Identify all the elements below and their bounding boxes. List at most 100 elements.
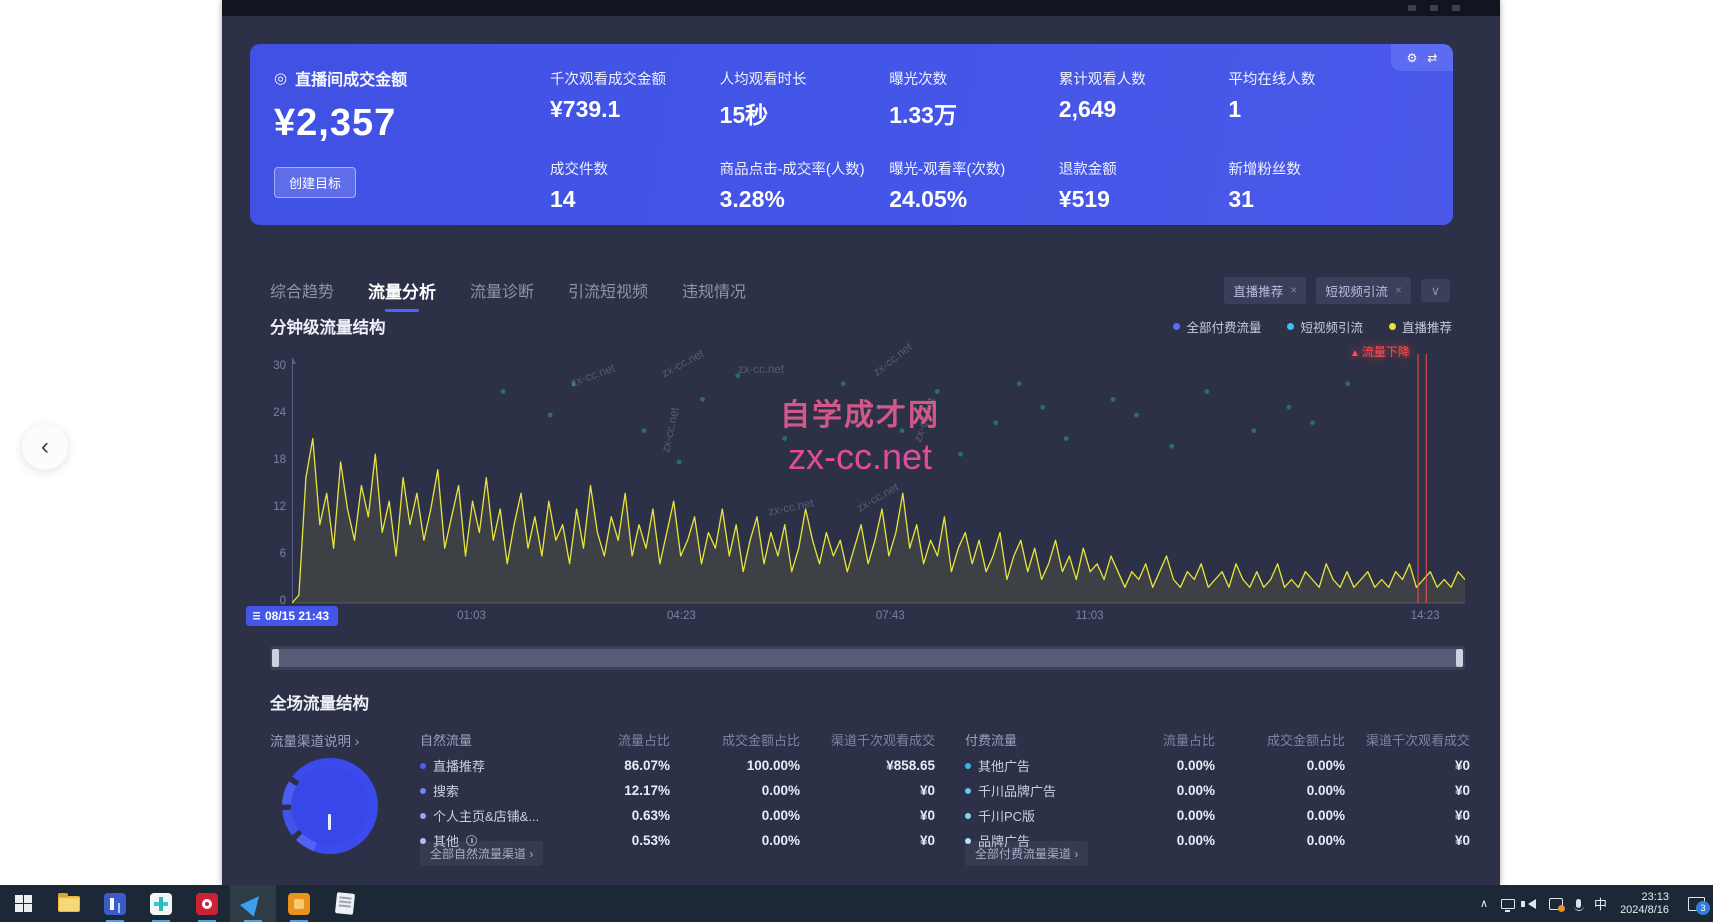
- taskbar-app-5[interactable]: [276, 885, 322, 922]
- chart-legend: 全部付费流量 短视频引流 直播推荐: [1173, 317, 1452, 336]
- y-axis-tick: 6: [270, 548, 286, 560]
- x-axis-tick: 04:23: [667, 610, 696, 622]
- table-row: 搜索 12.17% 0.00% ¥0: [420, 778, 935, 803]
- chart-header: 分钟级流量结构 全部付费流量 短视频引流 直播推荐: [270, 314, 1452, 338]
- all-paid-channels-link[interactable]: 全部付费流量渠道 ›: [965, 841, 1088, 866]
- legend-dot: [1389, 323, 1396, 330]
- blue-app-icon: [104, 893, 126, 915]
- x-axis-tick: 01:03: [457, 610, 486, 622]
- tab-lead-short-video[interactable]: 引流短视频: [568, 278, 648, 302]
- primary-kpi-value: ¥2,357: [274, 102, 407, 145]
- y-axis-tick: 12: [270, 501, 286, 513]
- screen: ‹ ◎ 直播间成交金额 ¥2,357 创建目标 千次观看成交金额¥739.1 人…: [0, 0, 1713, 922]
- traffic-structure-section: 全场流量结构 流量渠道说明 › 自然流量 流量占比 成交金额占比 渠道千次观看成…: [270, 690, 1470, 714]
- folder-icon: [58, 896, 80, 912]
- filter-dropdown[interactable]: ∨: [1421, 279, 1450, 302]
- kpi-metric: 新增粉丝数31: [1228, 158, 1398, 213]
- filter-chip-live-recommend[interactable]: 直播推荐 ×: [1224, 277, 1306, 304]
- notification-center-icon[interactable]: 3: [1688, 897, 1705, 911]
- kpi-metric: 平均在线人数1: [1228, 68, 1398, 130]
- tray-expand-icon[interactable]: ∧: [1480, 897, 1488, 910]
- y-axis-tick: 24: [270, 407, 286, 419]
- kpi-metric: 退款金额¥519: [1059, 158, 1229, 213]
- filter-chip-short-video[interactable]: 短视频引流 ×: [1316, 277, 1411, 304]
- start-button[interactable]: [0, 885, 46, 922]
- taskbar-file-explorer[interactable]: [46, 885, 92, 922]
- taskbar: ∧ 中 23:13 2024/8/16 3: [0, 885, 1713, 922]
- target-icon: ◎: [274, 69, 287, 87]
- microphone-icon[interactable]: [1576, 899, 1581, 908]
- table-header: 付费流量 流量占比 成交金额占比 渠道千次观看成交: [965, 726, 1470, 753]
- panel-tools: ⚙ ⇄: [1391, 44, 1453, 71]
- legend-item-live-recommend[interactable]: 直播推荐: [1389, 317, 1452, 336]
- x-axis: 08/15 21:43 01:03 04:23 07:43 11:03 14:2…: [270, 608, 1465, 630]
- series-dot: [420, 813, 426, 819]
- windows-logo-icon: [15, 895, 32, 912]
- chart-range-brush[interactable]: [270, 646, 1465, 670]
- chart-canvas: [292, 352, 1465, 604]
- warning-icon: ▲: [1350, 348, 1360, 359]
- axis-start-badge[interactable]: 08/15 21:43: [246, 606, 338, 626]
- tab-violations[interactable]: 违规情况: [682, 278, 746, 302]
- legend-item-paid[interactable]: 全部付费流量: [1173, 317, 1261, 336]
- orange-app-icon: [288, 893, 310, 915]
- kpi-panel: ◎ 直播间成交金额 ¥2,357 创建目标 千次观看成交金额¥739.1 人均观…: [250, 44, 1453, 225]
- back-chevron-icon: ‹: [41, 433, 49, 461]
- section-title: 全场流量结构: [270, 690, 1470, 714]
- kpi-metric: 曝光次数1.33万: [889, 68, 1059, 130]
- legend-item-short-video[interactable]: 短视频引流: [1287, 317, 1363, 336]
- back-button[interactable]: ‹: [22, 424, 68, 470]
- primary-kpi-label: 直播间成交金额: [295, 66, 407, 90]
- series-dot: [965, 813, 971, 819]
- kpi-metric: 累计观看人数2,649: [1059, 68, 1229, 130]
- series-dot: [420, 763, 426, 769]
- ime-indicator[interactable]: 中: [1594, 894, 1607, 913]
- table-row: 直播推荐 86.07% 100.00% ¥858.65: [420, 753, 935, 778]
- table-header: 自然流量 流量占比 成交金额占比 渠道千次观看成交: [420, 726, 935, 753]
- x-axis-tick: 14:23: [1411, 610, 1440, 622]
- taskbar-app-2[interactable]: [138, 885, 184, 922]
- close-icon[interactable]: ×: [1290, 283, 1297, 297]
- tray-app-icon[interactable]: [1549, 898, 1563, 910]
- teal-app-icon: [150, 893, 172, 915]
- traffic-line-chart: 30 24 18 12 6 0 zx-cc.net zx-cc.net zx-c…: [270, 352, 1465, 604]
- table-row: 其他广告 0.00% 0.00% ¥0: [965, 753, 1470, 778]
- table-row: 千川品牌广告 0.00% 0.00% ¥0: [965, 778, 1470, 803]
- x-axis-tick: 07:43: [876, 610, 905, 622]
- red-ring-app-icon: [196, 893, 218, 915]
- filter-chips: 直播推荐 × 短视频引流 × ∨: [1224, 277, 1450, 304]
- tab-overall-trend[interactable]: 综合趋势: [270, 278, 334, 302]
- chevron-down-icon: ∨: [1431, 283, 1440, 298]
- taskbar-app-6[interactable]: [322, 885, 368, 922]
- clock-time: 23:13: [1620, 891, 1669, 904]
- brush-range[interactable]: [276, 649, 1459, 667]
- kpi-metric: 人均观看时长15秒: [720, 68, 890, 130]
- legend-dot: [1173, 323, 1180, 330]
- network-icon[interactable]: [1501, 899, 1515, 909]
- window-top-bar: [222, 0, 1500, 16]
- legend-dot: [1287, 323, 1294, 330]
- table-row: 个人主页&店铺&... 0.63% 0.00% ¥0: [420, 803, 935, 828]
- tabs-row: 综合趋势 流量分析 流量诊断 引流短视频 违规情况 直播推荐 × 短视频引流 ×…: [270, 274, 1450, 306]
- tab-traffic-diagnosis[interactable]: 流量诊断: [470, 278, 534, 302]
- blue-pointer-app-icon: [240, 890, 266, 916]
- system-tray: ∧ 中 23:13 2024/8/16 3: [1480, 891, 1713, 917]
- taskbar-app-4-active[interactable]: [230, 885, 276, 922]
- series-dot: [965, 763, 971, 769]
- taskbar-app-1[interactable]: [92, 885, 138, 922]
- drag-grip-icon: [253, 612, 260, 620]
- brush-handle-left[interactable]: [272, 649, 279, 667]
- close-icon[interactable]: ×: [1395, 283, 1402, 297]
- kpi-grid: 千次观看成交金额¥739.1 人均观看时长15秒 曝光次数1.33万 累计观看人…: [550, 68, 1398, 213]
- channel-note-link[interactable]: 流量渠道说明 ›: [270, 730, 359, 750]
- swap-icon[interactable]: ⇄: [1427, 51, 1437, 65]
- taskbar-clock[interactable]: 23:13 2024/8/16: [1620, 891, 1669, 917]
- taskbar-app-3[interactable]: [184, 885, 230, 922]
- window-controls: [1408, 5, 1460, 11]
- brush-handle-right[interactable]: [1456, 649, 1463, 667]
- speaker-icon[interactable]: [1528, 899, 1536, 909]
- tab-traffic-analysis[interactable]: 流量分析: [368, 278, 436, 303]
- gear-icon[interactable]: ⚙: [1407, 51, 1418, 65]
- create-goal-button[interactable]: 创建目标: [274, 167, 356, 198]
- all-natural-channels-link[interactable]: 全部自然流量渠道 ›: [420, 841, 543, 866]
